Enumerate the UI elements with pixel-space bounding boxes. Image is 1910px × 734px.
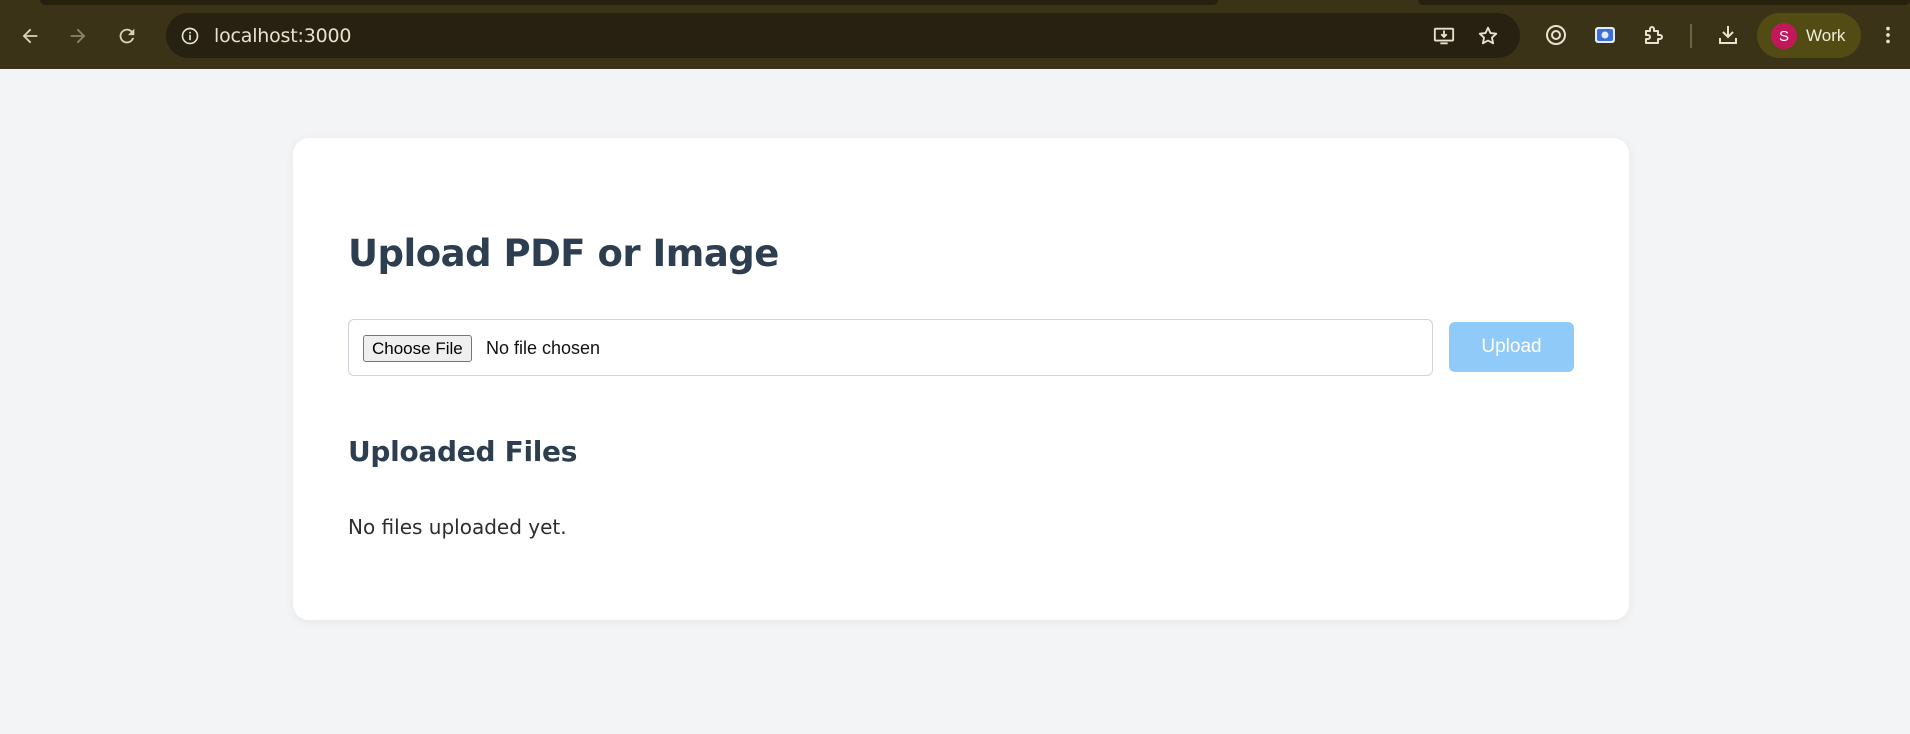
toolbar-separator: [1690, 24, 1692, 48]
choose-file-button[interactable]: Choose File: [363, 335, 472, 362]
bookmark-star-icon[interactable]: [1475, 23, 1501, 49]
page-title: Upload PDF or Image: [348, 232, 779, 275]
extensions-puzzle-icon[interactable]: [1640, 21, 1668, 49]
forward-arrow-icon: [70, 28, 86, 44]
upload-button[interactable]: Upload: [1449, 322, 1574, 372]
downloads-icon[interactable]: [1714, 21, 1742, 49]
screenshot-icon[interactable]: [1591, 21, 1619, 49]
forward-button[interactable]: [62, 20, 94, 52]
site-info-icon[interactable]: [178, 24, 202, 48]
avatar: S: [1771, 23, 1797, 49]
tab-strip-edge: [1418, 0, 1910, 5]
kebab-menu-icon[interactable]: [1876, 21, 1900, 49]
tab-strip-edge: [40, 0, 1218, 5]
reload-icon: [119, 28, 135, 44]
empty-state-message: No files uploaded yet.: [348, 515, 567, 539]
lens-icon[interactable]: [1542, 21, 1570, 49]
uploaded-files-heading: Uploaded Files: [348, 435, 578, 468]
url-text[interactable]: localhost:3000: [214, 25, 351, 47]
address-bar[interactable]: localhost:3000: [166, 13, 1520, 58]
browser-toolbar: localhost:3000 S Work: [0, 0, 1910, 69]
reload-button[interactable]: [111, 20, 143, 52]
back-arrow-icon: [22, 28, 38, 44]
install-app-icon[interactable]: [1431, 23, 1457, 49]
profile-name: Work: [1806, 26, 1846, 45]
file-input[interactable]: Choose File No file chosen: [348, 319, 1433, 376]
profile-button[interactable]: S Work: [1757, 13, 1861, 58]
file-status-text: No file chosen: [486, 338, 601, 358]
back-button[interactable]: [14, 20, 46, 52]
upload-card: Upload PDF or Image Choose File No file …: [293, 138, 1629, 620]
